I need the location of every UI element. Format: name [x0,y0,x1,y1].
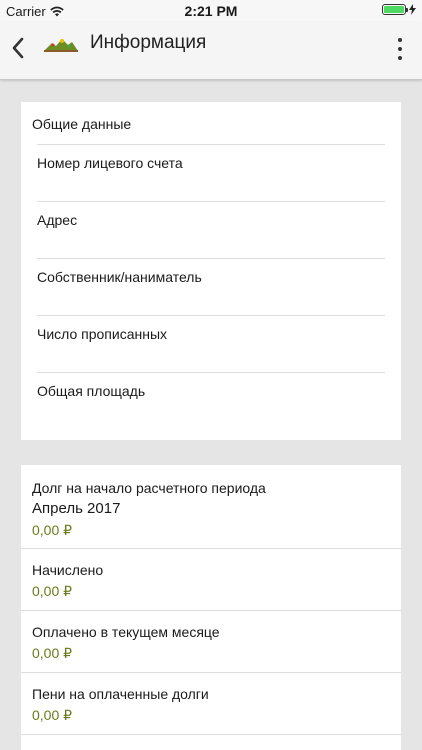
item-value: 0,00 ₽ [32,707,73,723]
more-menu-button[interactable] [396,38,404,60]
charging-bolt-icon [409,4,416,15]
section-title: Общие данные [32,116,132,132]
app-logo [44,39,78,52]
item-label: Пени на оплаченные долги [32,686,209,702]
status-right [382,4,416,15]
chevron-left-icon [12,37,24,59]
field-account-number: Номер лицевого счета [37,144,385,201]
battery-icon [382,4,408,15]
field-label: Число прописанных [37,326,168,342]
item-value: 0,00 ₽ [32,645,73,661]
field-registered-count: Число прописанных [37,315,385,372]
item-value: 0,00 ₽ [32,522,73,538]
item-label: Оплачено в текущем месяце [32,624,220,640]
field-owner: Собственник/наниматель [37,258,385,315]
item-period: Апрель 2017 [32,500,121,517]
field-label: Общая площадь [37,383,146,399]
field-address: Адрес [37,201,385,258]
page-title: Информация [90,32,207,53]
billing-item-paid[interactable]: Оплачено в текущем месяце 0,00 ₽ [21,611,401,673]
item-label: Начислено [32,562,104,578]
status-bar: Carrier 2:21 PM [0,0,422,22]
billing-item-opening-debt[interactable]: Долг на начало расчетного периода Апрель… [21,465,401,549]
field-total-area: Общая площадь [37,372,385,429]
item-value: 0,00 ₽ [32,583,73,599]
field-label: Номер лицевого счета [37,155,183,171]
field-label: Адрес [37,212,78,228]
item-label: Долг на начало расчетного периода [32,480,266,496]
billing-item-charged[interactable]: Начислено 0,00 ₽ [21,549,401,611]
general-data-card: Общие данные Номер лицевого счета Адрес … [21,102,401,440]
clock: 2:21 PM [184,3,238,19]
billing-card: Долг на начало расчетного периода Апрель… [21,465,401,750]
more-vertical-icon [398,38,402,42]
back-button[interactable] [4,33,32,63]
billing-item-penalties[interactable]: Пени на оплаченные долги 0,00 ₽ [21,673,401,735]
field-label: Собственник/наниматель [37,269,202,285]
app-bar: Информация [0,22,422,80]
